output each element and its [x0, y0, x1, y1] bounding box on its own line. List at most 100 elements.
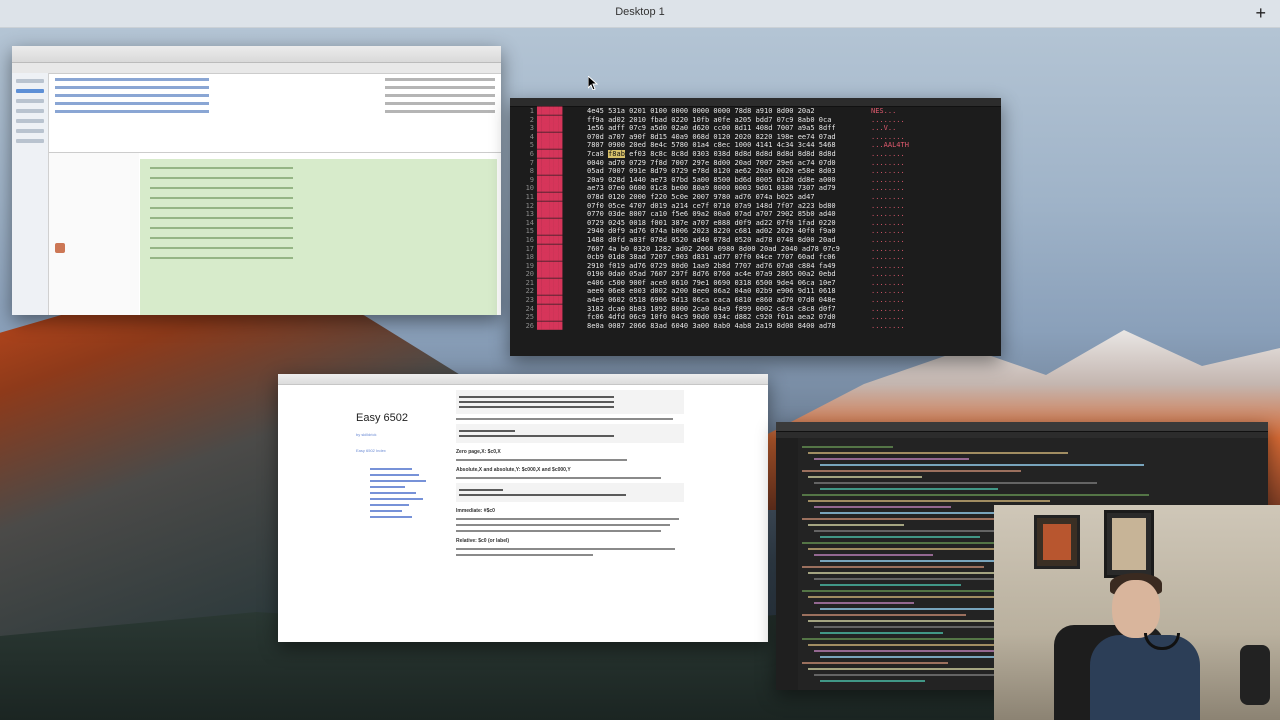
code-line — [814, 674, 1024, 676]
hex-address: ██████ — [537, 141, 563, 150]
text-line — [150, 247, 293, 249]
toc-link[interactable] — [370, 486, 405, 488]
toc-link[interactable] — [370, 480, 426, 482]
hex-row[interactable]: 16 ██████ 1488 d0fd a03f 078d 0520 ad40 07… — [510, 236, 1001, 245]
hex-row[interactable]: 6 ██████ 7ca8 f8ab ef03 8c8c 8c8d 0303 038… — [510, 149, 1001, 159]
hex-bytes[interactable]: 0cb9 01d8 38ad 7207 c903 d831 ad77 07f0 … — [587, 253, 867, 262]
hex-row[interactable]: 26 ██████ 8e0a 0087 2066 83ad 6040 3a00 8a… — [510, 322, 1001, 331]
hex-dump[interactable]: 1 ██████ 4e45 531a 0201 0100 0000 0000 000… — [510, 107, 1001, 356]
list-item[interactable] — [55, 86, 495, 89]
hex-bytes[interactable]: 0190 0da0 05ad 7607 297f 8d76 0760 ac4e … — [587, 270, 867, 279]
hex-bytes[interactable]: 7607 4a b0 0320 1282 ad02 2068 0980 8d00… — [587, 245, 867, 254]
hex-editor-titlebar[interactable] — [510, 98, 1001, 107]
hex-bytes[interactable]: fc06 4dfd 06c9 10f0 04c9 90d0 034c d882 … — [587, 313, 867, 322]
mail-window[interactable] — [12, 46, 501, 315]
editor-tab-bar[interactable] — [776, 432, 1268, 438]
toc-link[interactable] — [370, 510, 402, 512]
hex-row[interactable]: 3 ██████ 1e56 adff 07c9 a5d0 02a0 d620 cc0… — [510, 124, 1001, 133]
hex-row[interactable]: 25 ██████ fc06 4dfd 06c9 10f0 04c9 90d0 03… — [510, 313, 1001, 322]
code-line — [802, 614, 967, 616]
sidebar-item-selected[interactable] — [16, 89, 44, 93]
hex-row[interactable]: 4 ██████ 070d a707 a90f 8d15 40a9 068d 012… — [510, 133, 1001, 142]
toc-link[interactable] — [370, 474, 419, 476]
hex-row[interactable]: 18 ██████ 0cb9 01d8 38ad 7207 c903 d831 ad… — [510, 253, 1001, 262]
hex-row[interactable]: 5 ██████ 7807 0900 20ed 8e4c 5780 01a4 c8e… — [510, 141, 1001, 150]
hex-row[interactable]: 15 ██████ 2940 d0f9 ad76 074a b006 2023 82… — [510, 227, 1001, 236]
hex-bytes[interactable]: 2940 d0f9 ad76 074a b006 2023 8220 c681 … — [587, 227, 867, 236]
toc-link[interactable] — [370, 498, 423, 500]
hex-ascii: ........ — [871, 261, 905, 270]
hex-ascii: ........ — [871, 201, 905, 210]
hex-bytes[interactable]: 8e0a 0087 2066 83ad 6040 3a00 8ab0 4ab8 … — [587, 322, 867, 331]
sidebar-item[interactable] — [16, 99, 44, 103]
hex-row[interactable]: 9 ██████ 20a9 028d 1440 ae73 07bd 5a00 850… — [510, 176, 1001, 185]
sidebar-item[interactable] — [16, 129, 44, 133]
hex-row[interactable]: 11 ██████ 078d 0120 2000 f220 5c0e 2007 97… — [510, 193, 1001, 202]
sidebar-item[interactable] — [16, 79, 44, 83]
hex-bytes[interactable]: 4e45 531a 0201 0100 0000 0000 0000 78d8 … — [587, 107, 867, 116]
hex-bytes[interactable]: aee0 06e8 e003 d002 a200 8ee0 06a2 04a0 … — [587, 287, 867, 296]
hex-row[interactable]: 23 ██████ a4e9 0602 0518 6906 9d13 06ca ca… — [510, 296, 1001, 305]
hex-bytes[interactable]: ff9a ad02 2010 fbad 0220 10fb a0fe a205 … — [587, 116, 867, 125]
hex-row[interactable]: 10 ██████ ae73 07e0 0600 01c8 be00 80a9 00… — [510, 184, 1001, 193]
list-item[interactable] — [55, 110, 495, 113]
hex-bytes[interactable]: 07f0 05ce 4707 d019 a214 ce7f 0710 07a9 … — [587, 202, 867, 211]
hex-cursor[interactable]: f8ab — [608, 149, 625, 158]
hex-bytes[interactable]: 1e56 adff 07c9 a5d0 02a0 d620 cc00 8d11 … — [587, 124, 867, 133]
toc-link[interactable] — [370, 492, 416, 494]
hex-row[interactable]: 21 ██████ e406 c500 900f ace0 0610 79e1 06… — [510, 279, 1001, 288]
hex-bytes[interactable]: 0040 ad70 0729 7f8d 7007 297e 8d00 20ad … — [587, 159, 867, 168]
sidebar-item[interactable] — [16, 139, 44, 143]
hex-editor-window[interactable]: 1 ██████ 4e45 531a 0201 0100 0000 0000 000… — [510, 98, 1001, 356]
mail-window-titlebar[interactable] — [12, 46, 501, 63]
hex-bytes[interactable]: 2910 f019 ad76 0729 80d0 1aa9 2b8d 7707 … — [587, 262, 867, 271]
hex-bytes[interactable]: 1488 d0fd a03f 078d 0520 ad40 078d 0520 … — [587, 236, 867, 245]
hex-bytes[interactable]: 078d 0120 2000 f220 5c0e 2007 9780 ad76 … — [587, 193, 867, 202]
code-editor-titlebar[interactable] — [776, 422, 1268, 432]
mail-sidebar[interactable] — [12, 73, 49, 315]
sidebar-item[interactable] — [16, 109, 44, 113]
list-item[interactable] — [55, 102, 495, 105]
hex-bytes[interactable]: 05ad 7007 091e 8d79 0729 e78d 0120 ae62 … — [587, 167, 867, 176]
table-of-contents[interactable] — [370, 464, 440, 522]
author-link[interactable]: by skilldrick — [356, 432, 376, 437]
hex-bytes[interactable]: 3182 dca0 8b83 1092 8000 2ca0 04a9 f899 … — [587, 305, 867, 314]
browser-titlebar[interactable] — [278, 374, 768, 385]
hex-row[interactable]: 22 ██████ aee0 06e8 e003 d002 a200 8ee0 06… — [510, 287, 1001, 296]
sidebar-item[interactable] — [16, 119, 44, 123]
hex-bytes[interactable]: 070d a707 a90f 8d15 40a9 068d 0120 2020 … — [587, 133, 867, 142]
hex-row[interactable]: 7 ██████ 0040 ad70 0729 7f8d 7007 297e 8d0… — [510, 159, 1001, 168]
hex-bytes[interactable]: 0729 0245 0018 f001 387e a707 e888 d0f9 … — [587, 219, 867, 228]
hex-row[interactable]: 1 ██████ 4e45 531a 0201 0100 0000 0000 000… — [510, 107, 1001, 116]
desktop-space-label[interactable]: Desktop 1 — [0, 6, 1280, 18]
list-item[interactable] — [55, 78, 495, 81]
hex-bytes[interactable]: 7807 0900 20ed 8e4c 5780 01a4 c8ec 1000 … — [587, 141, 867, 150]
hex-row[interactable]: 20 ██████ 0190 0da0 05ad 7607 297f 8d76 07… — [510, 270, 1001, 279]
wall-picture-frame — [1034, 515, 1080, 569]
hex-address: ██████ — [537, 210, 563, 219]
index-link[interactable]: Easy 6502 Index — [356, 448, 386, 453]
toc-link[interactable] — [370, 468, 412, 470]
hex-row[interactable]: 19 ██████ 2910 f019 ad76 0729 80d0 1aa9 2b… — [510, 262, 1001, 271]
message-list[interactable] — [49, 73, 501, 149]
hex-bytes[interactable]: 0770 03de 8007 ca10 f5e6 09a2 00a0 07ad … — [587, 210, 867, 219]
hex-row[interactable]: 17 ██████ 7607 4a b0 0320 1282 ad02 2068 0… — [510, 245, 1001, 254]
hex-bytes[interactable]: a4e9 0602 0518 6906 9d13 06ca caca 6810 … — [587, 296, 867, 305]
browser-window[interactable]: Easy 6502 by skilldrick Easy 6502 Index … — [278, 374, 768, 642]
hex-bytes[interactable]: ae73 07e0 0600 01c8 be00 80a9 0000 0003 … — [587, 184, 867, 193]
hex-bytes[interactable]: 20a9 028d 1440 ae73 07bd 5a00 8500 bd6d … — [587, 176, 867, 185]
hex-address: ██████ — [537, 167, 563, 176]
hex-row[interactable]: 13 ██████ 0770 03de 8007 ca10 f5e6 09a2 00… — [510, 210, 1001, 219]
toc-link[interactable] — [370, 504, 409, 506]
hex-row[interactable]: 2 ██████ ff9a ad02 2010 fbad 0220 10fb a0f… — [510, 116, 1001, 125]
hex-row[interactable]: 24 ██████ 3182 dca0 8b83 1092 8000 2ca0 04… — [510, 305, 1001, 314]
hex-address: ██████ — [537, 124, 563, 133]
toc-link[interactable] — [370, 516, 412, 518]
hex-row[interactable]: 14 ██████ 0729 0245 0018 f001 387e a707 e8… — [510, 219, 1001, 228]
list-item[interactable] — [55, 94, 495, 97]
hex-row[interactable]: 8 ██████ 05ad 7007 091e 8d79 0729 e78d 012… — [510, 167, 1001, 176]
hex-bytes[interactable]: 7ca8 f8ab ef03 8c8c 8c8d 0303 038d 8d8d … — [587, 149, 867, 159]
add-desktop-button[interactable]: + — [1255, 1, 1266, 25]
hex-row[interactable]: 12 ██████ 07f0 05ce 4707 d019 a214 ce7f 07… — [510, 202, 1001, 211]
hex-bytes[interactable]: e406 c500 900f ace0 0610 79e1 0690 0318 … — [587, 279, 867, 288]
